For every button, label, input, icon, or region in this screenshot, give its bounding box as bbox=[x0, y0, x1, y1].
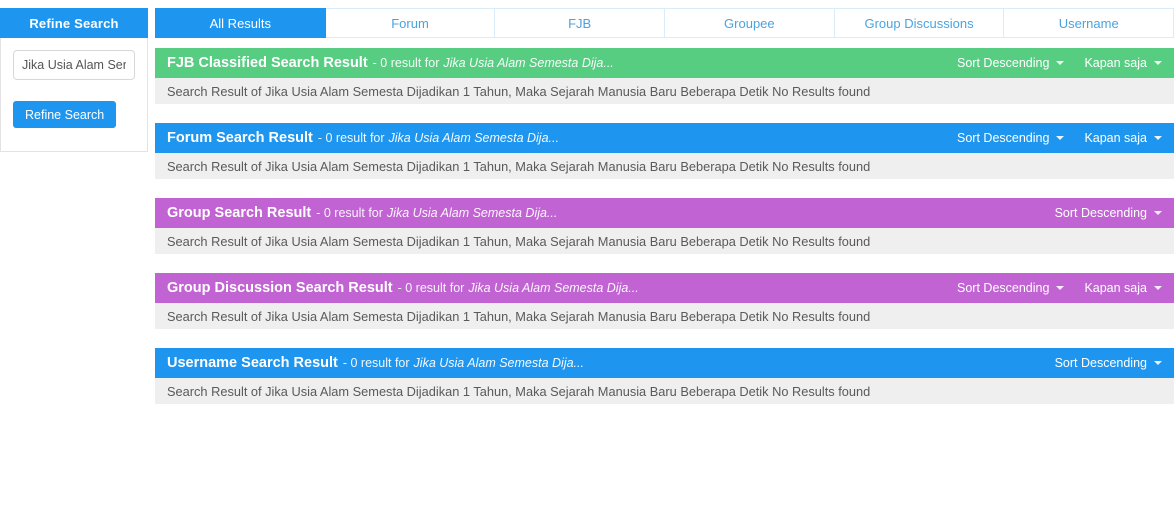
chevron-down-icon bbox=[1154, 211, 1162, 215]
refine-search-panel: Refine Search Refine Search bbox=[0, 8, 148, 152]
sort-order-dropdown-label: Sort Descending bbox=[957, 281, 1050, 295]
sort-controls: Sort Descending bbox=[1035, 206, 1162, 220]
tab-groupee[interactable]: Groupee bbox=[665, 8, 835, 38]
sort-controls: Sort Descending Kapan saja bbox=[937, 131, 1162, 145]
result-section: Username Search Result - 0 result for Jika… bbox=[155, 348, 1174, 404]
time-range-dropdown-label: Kapan saja bbox=[1084, 281, 1147, 295]
result-count-text: - 0 result for bbox=[317, 131, 385, 145]
result-section-title: FJB Classified Search Result bbox=[167, 55, 368, 71]
tab-forum[interactable]: Forum bbox=[325, 8, 496, 38]
result-section: Group Search Result - 0 result for Jika Us… bbox=[155, 198, 1174, 254]
result-section-body-text: Search Result of Jika Usia Alam Semesta … bbox=[167, 383, 871, 399]
result-section-body-text: Search Result of Jika Usia Alam Semesta … bbox=[167, 233, 871, 249]
tab-username[interactable]: Username bbox=[1004, 8, 1174, 38]
chevron-down-icon bbox=[1154, 361, 1162, 365]
result-count-text: - 0 result for bbox=[342, 356, 410, 370]
result-count-text: - 0 result for bbox=[372, 56, 440, 70]
sort-order-dropdown[interactable]: Sort Descending bbox=[957, 131, 1065, 145]
result-section-title: Forum Search Result bbox=[167, 130, 313, 146]
results-tab-bar: All Results Forum FJB Groupee Group Discussi… bbox=[155, 8, 1174, 38]
tab-label: Forum bbox=[391, 15, 429, 31]
refine-search-panel-title: Refine Search bbox=[0, 8, 148, 38]
result-query-text: Jika Usia Alam Semesta Dija... bbox=[388, 131, 559, 145]
chevron-down-icon bbox=[1154, 61, 1162, 65]
sort-order-dropdown-label: Sort Descending bbox=[957, 56, 1050, 70]
sort-controls: Sort Descending Kapan saja bbox=[937, 281, 1162, 295]
chevron-down-icon bbox=[1154, 136, 1162, 140]
sort-order-dropdown[interactable]: Sort Descending bbox=[957, 56, 1065, 70]
result-section-body: Search Result of Jika Usia Alam Semesta … bbox=[155, 228, 1174, 254]
result-section-body: Search Result of Jika Usia Alam Semesta … bbox=[155, 303, 1174, 329]
sort-order-dropdown-label: Sort Descending bbox=[957, 131, 1050, 145]
chevron-down-icon bbox=[1056, 61, 1065, 65]
chevron-down-icon bbox=[1056, 136, 1065, 140]
sort-order-dropdown[interactable]: Sort Descending bbox=[1055, 356, 1162, 370]
result-section-header: Forum Search Result - 0 result for Jika Us… bbox=[155, 123, 1174, 153]
result-section-title: Group Discussion Search Result bbox=[167, 280, 393, 296]
results-list: FJB Classified Search Result - 0 result f… bbox=[155, 48, 1174, 423]
time-range-dropdown-label: Kapan saja bbox=[1084, 56, 1147, 70]
result-count-text: - 0 result for bbox=[316, 206, 383, 220]
result-section-body-text: Search Result of Jika Usia Alam Semesta … bbox=[167, 83, 871, 99]
sort-order-dropdown-label: Sort Descending bbox=[1054, 206, 1147, 220]
result-section-header: FJB Classified Search Result - 0 result f… bbox=[155, 48, 1174, 78]
tab-all-results[interactable]: All Results bbox=[155, 8, 326, 38]
tab-label: All Results bbox=[209, 15, 272, 31]
tab-label: Groupee bbox=[724, 15, 775, 31]
result-section-title: Group Search Result bbox=[167, 205, 312, 221]
tab-group-discussions[interactable]: Group Discussions bbox=[834, 8, 1005, 38]
result-section-body-text: Search Result of Jika Usia Alam Semesta … bbox=[167, 158, 871, 174]
refine-search-button-row: Refine Search bbox=[13, 80, 135, 128]
refine-search-panel-body: Refine Search bbox=[0, 38, 148, 152]
chevron-down-icon bbox=[1056, 286, 1065, 290]
tab-fjb[interactable]: FJB bbox=[495, 8, 666, 38]
search-results-page: Refine Search Refine Search All Results F… bbox=[0, 0, 1174, 512]
result-section-body-text: Search Result of Jika Usia Alam Semesta … bbox=[167, 308, 871, 324]
result-section-header: Group Search Result - 0 result for Jika Us… bbox=[155, 198, 1174, 228]
sort-order-dropdown-label: Sort Descending bbox=[1054, 356, 1147, 370]
result-section: Group Discussion Search Result - 0 result… bbox=[155, 273, 1174, 329]
result-section-body: Search Result of Jika Usia Alam Semesta … bbox=[155, 378, 1174, 404]
result-section-header: Group Discussion Search Result - 0 result… bbox=[155, 273, 1174, 303]
time-range-dropdown-label: Kapan saja bbox=[1084, 131, 1147, 145]
sort-order-dropdown[interactable]: Sort Descending bbox=[957, 281, 1065, 295]
result-section-body: Search Result of Jika Usia Alam Semesta … bbox=[155, 78, 1174, 104]
result-query-text: Jika Usia Alam Semesta Dija... bbox=[386, 206, 558, 220]
result-section: FJB Classified Search Result - 0 result f… bbox=[155, 48, 1174, 104]
result-count-text: - 0 result for bbox=[397, 281, 465, 295]
result-query-text: Jika Usia Alam Semesta Dija... bbox=[468, 281, 639, 295]
refine-search-input[interactable] bbox=[13, 50, 135, 80]
tab-label: Username bbox=[1058, 15, 1119, 31]
refine-search-button[interactable]: Refine Search bbox=[13, 101, 117, 128]
tab-label: Group Discussions bbox=[864, 15, 974, 31]
tab-label: FJB bbox=[568, 15, 592, 31]
result-section: Forum Search Result - 0 result for Jika Us… bbox=[155, 123, 1174, 179]
time-range-dropdown[interactable]: Kapan saja bbox=[1084, 131, 1162, 145]
sort-controls: Sort Descending Kapan saja bbox=[937, 56, 1162, 70]
chevron-down-icon bbox=[1154, 286, 1162, 290]
sort-order-dropdown[interactable]: Sort Descending bbox=[1055, 206, 1162, 220]
time-range-dropdown[interactable]: Kapan saja bbox=[1084, 281, 1162, 295]
result-section-title: Username Search Result bbox=[167, 355, 338, 371]
time-range-dropdown[interactable]: Kapan saja bbox=[1084, 56, 1162, 70]
result-section-header: Username Search Result - 0 result for Jika… bbox=[155, 348, 1174, 378]
result-query-text: Jika Usia Alam Semesta Dija... bbox=[413, 356, 584, 370]
sort-controls: Sort Descending bbox=[1035, 356, 1162, 370]
result-query-text: Jika Usia Alam Semesta Dija... bbox=[443, 56, 614, 70]
result-section-body: Search Result of Jika Usia Alam Semesta … bbox=[155, 153, 1174, 179]
